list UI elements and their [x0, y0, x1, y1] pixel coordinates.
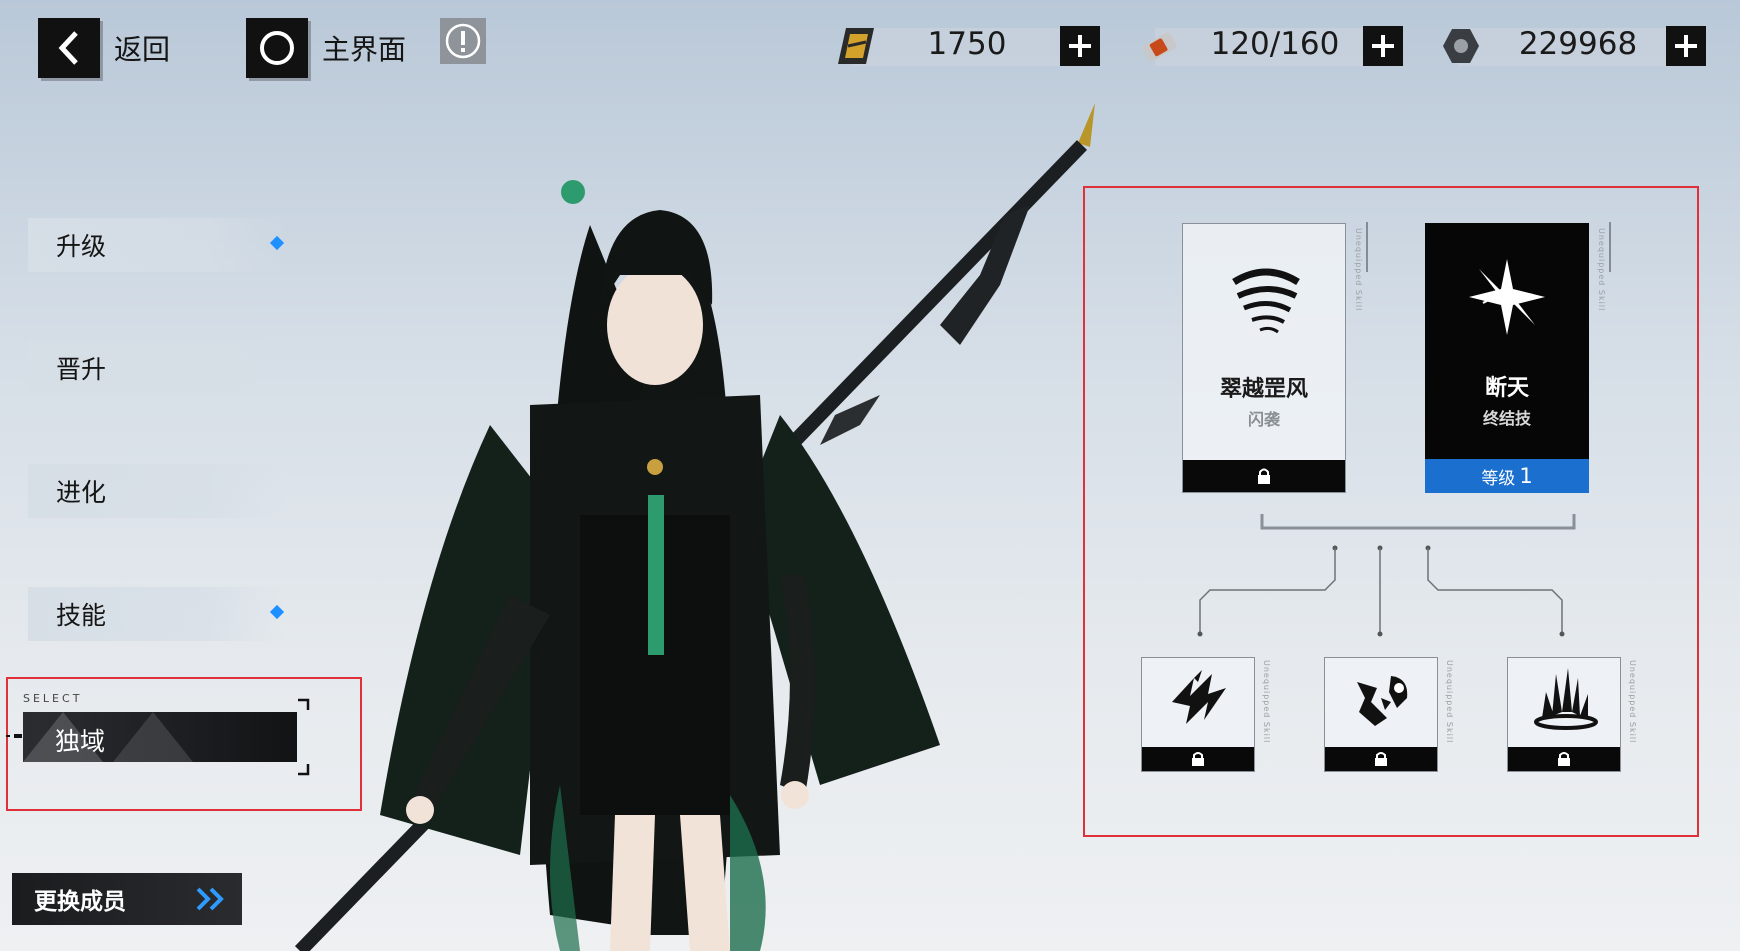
starburst-icon — [1469, 259, 1545, 335]
sub-skill-card-3[interactable] — [1507, 657, 1621, 772]
skill-name: 断天 — [1484, 376, 1529, 401]
add-gold-button[interactable] — [1060, 26, 1100, 66]
level-value: 1 — [1519, 464, 1533, 488]
plus-icon — [1069, 35, 1091, 57]
home-button[interactable]: 主界面 — [246, 18, 406, 78]
add-credits-button[interactable] — [1666, 26, 1706, 66]
skill-card-dash[interactable]: 翠越罡风 闪袭 — [1182, 223, 1346, 493]
currency-gold-value: 1750 — [927, 26, 1007, 62]
skill-name: 翠越罡风 — [1219, 377, 1308, 402]
character-illustration — [294, 103, 1095, 951]
skill-side-text: Unequipped Skill — [1628, 660, 1637, 744]
select-caption: SELECT — [23, 692, 83, 705]
battery-icon — [1142, 32, 1177, 62]
lightning-fist-icon — [1172, 670, 1226, 724]
skill-type: 终结技 — [1482, 409, 1531, 428]
sidebar-item-label: 晋升 — [56, 355, 107, 384]
skill-level-bar: 等级 1 — [1425, 459, 1589, 493]
skill-side-text: Unequipped Skill — [1354, 228, 1363, 312]
sidebar-item-label: 进化 — [56, 478, 107, 507]
currency-gold: 1750 — [832, 22, 1102, 70]
exclamation-circle-icon — [445, 23, 481, 59]
lock-icon — [1192, 752, 1204, 766]
side-tick — [1609, 222, 1611, 272]
back-button[interactable]: 返回 — [38, 18, 170, 78]
circle-icon — [246, 18, 308, 78]
skill-card-ultimate[interactable]: 断天 终结技 等级 1 — [1425, 223, 1589, 493]
level-label: 等级 — [1481, 468, 1516, 489]
skill-type: 闪袭 — [1247, 410, 1280, 429]
sidebar-item-label: 升级 — [56, 232, 107, 261]
skill-side-text: Unequipped Skill — [1597, 228, 1606, 312]
skill-side-text: Unequipped Skill — [1445, 660, 1454, 744]
sidebar-item-promote[interactable]: 晋升 — [28, 341, 286, 395]
change-member-label: 更换成员 — [34, 889, 126, 915]
sidebar-item-domain[interactable]: 独域 — [23, 712, 297, 762]
info-button[interactable] — [440, 18, 486, 64]
lock-icon — [1375, 752, 1387, 766]
sidebar-item-evolve[interactable]: 进化 — [28, 464, 286, 518]
currency-stamina: 120/160 — [1135, 22, 1405, 70]
ground-spikes-icon — [1534, 668, 1598, 730]
change-member-button[interactable]: 更换成员 — [12, 873, 242, 925]
skill-tree-connectors — [1197, 514, 1576, 637]
sidebar-item-label: 独域 — [55, 727, 106, 756]
locked-bar — [1508, 747, 1620, 771]
lock-icon — [1258, 468, 1270, 484]
currency-credits: 229968 — [1438, 22, 1713, 70]
double-chevron-right-icon — [196, 887, 224, 911]
home-label: 主界面 — [322, 33, 407, 66]
add-stamina-button[interactable] — [1363, 26, 1403, 66]
shatter-fist-icon — [1357, 676, 1408, 726]
sidebar-item-upgrade[interactable]: 升级 — [28, 218, 286, 272]
chevron-left-icon — [38, 18, 100, 78]
sidebar-item-skills[interactable]: 技能 — [28, 587, 286, 641]
sub-skill-card-1[interactable] — [1141, 657, 1255, 772]
hex-nut-icon — [1443, 29, 1479, 63]
sub-skill-card-2[interactable] — [1324, 657, 1438, 772]
lock-icon — [1558, 752, 1570, 766]
skill-side-text: Unequipped Skill — [1262, 660, 1271, 744]
plus-icon — [1675, 35, 1697, 57]
selection-pointer — [6, 734, 22, 738]
locked-bar — [1183, 460, 1345, 492]
locked-bar — [1325, 747, 1437, 771]
locked-bar — [1142, 747, 1254, 771]
currency-credits-value: 229968 — [1518, 26, 1638, 62]
back-label: 返回 — [114, 33, 171, 66]
currency-stamina-value: 120/160 — [1210, 26, 1340, 62]
whirlwind-icon — [1232, 268, 1300, 334]
sidebar-item-label: 技能 — [56, 601, 107, 630]
side-tick — [1366, 222, 1368, 272]
plus-icon — [1372, 35, 1394, 57]
gold-ticket-icon — [838, 28, 874, 64]
